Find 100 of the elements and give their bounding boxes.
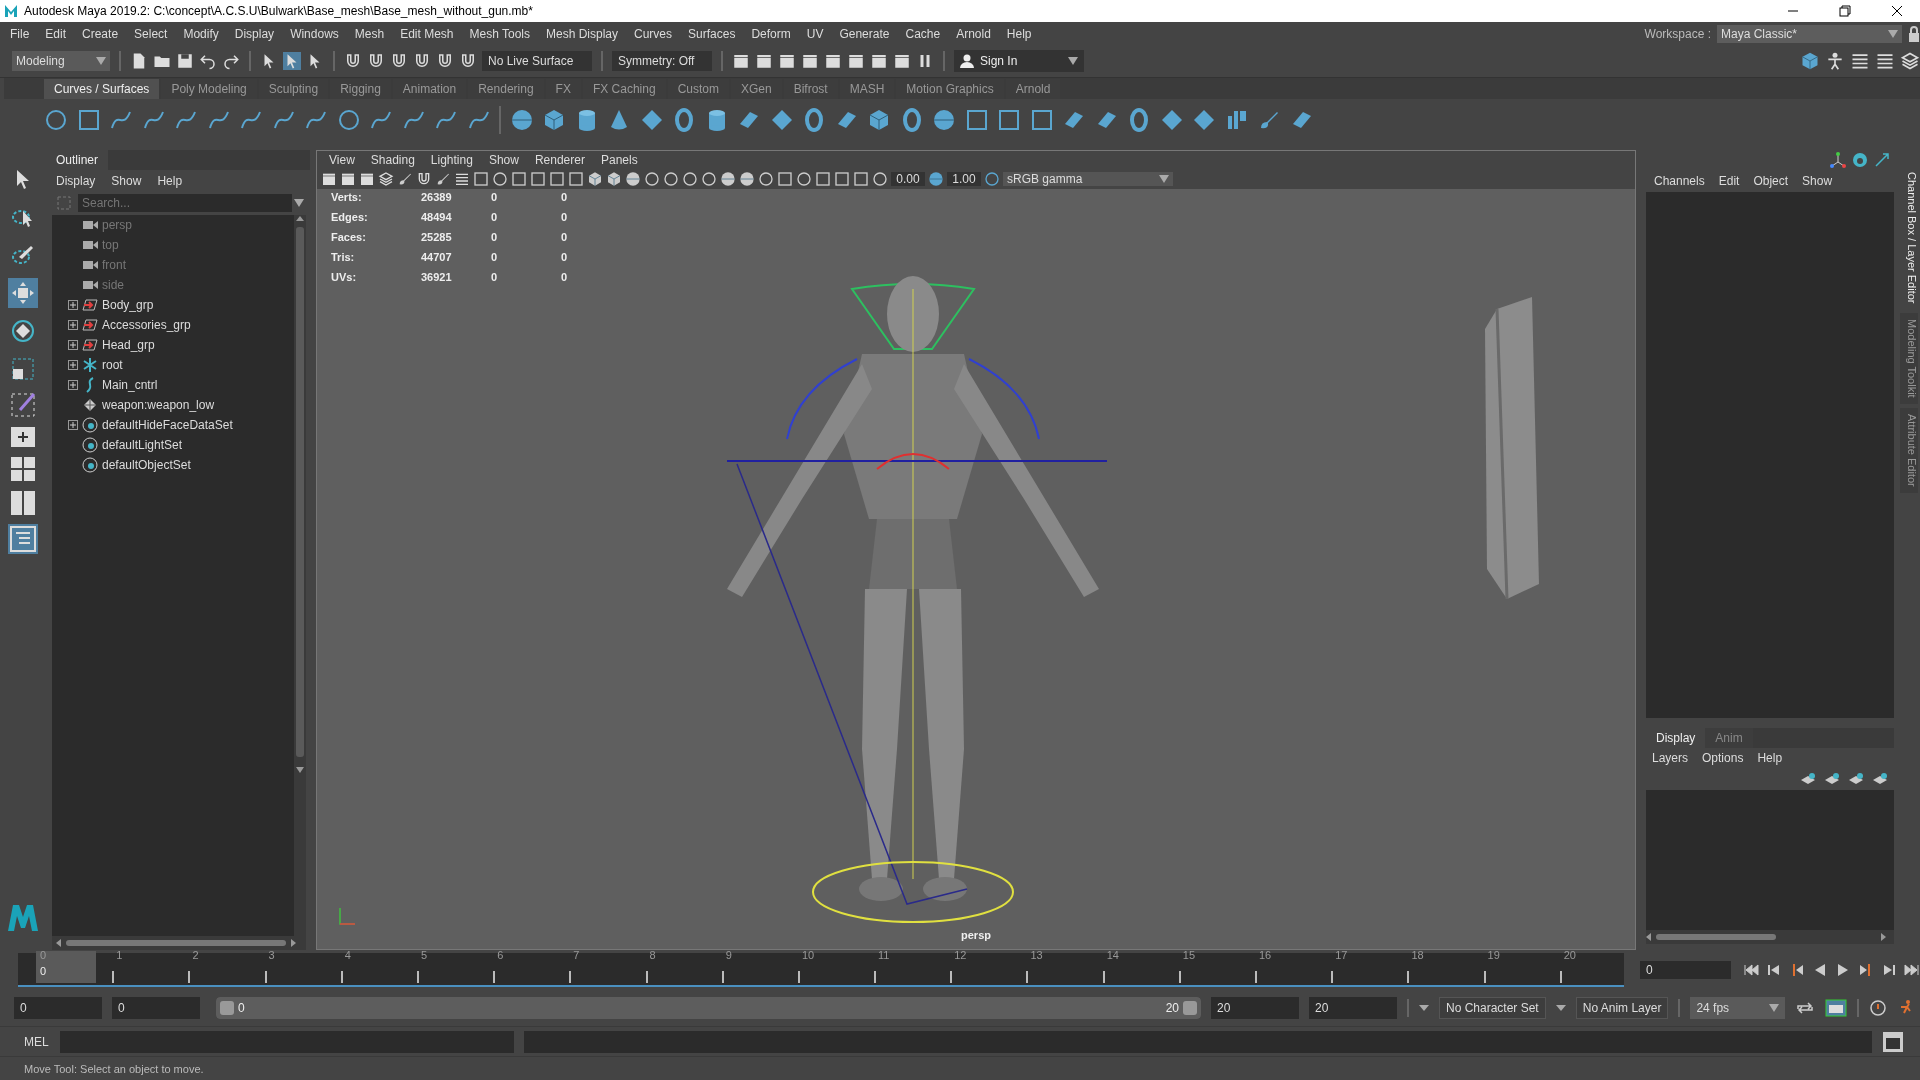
sphere-icon[interactable] (509, 107, 534, 132)
magnet-icon[interactable] (436, 52, 454, 70)
outliner-item[interactable]: Accessories_grp (52, 315, 294, 335)
save-icon[interactable] (176, 52, 194, 70)
panel-tab[interactable]: Outliner (46, 150, 109, 170)
layer-icon[interactable] (1800, 772, 1816, 786)
outliner-layout-icon[interactable] (10, 526, 36, 552)
rotate-tool-icon[interactable] (11, 319, 35, 343)
sphere-icon[interactable] (625, 171, 641, 187)
layer-icon[interactable] (1872, 772, 1888, 786)
torus-icon[interactable] (1127, 107, 1151, 132)
gamma-icon[interactable] (928, 171, 944, 187)
menu-item[interactable]: File (2, 26, 38, 41)
sphere-icon[interactable] (739, 171, 755, 187)
cache-playback-icon[interactable] (1825, 999, 1848, 1017)
menu-item[interactable]: Renderer (528, 153, 591, 167)
expand-icon[interactable] (68, 420, 78, 430)
paint-select-icon[interactable] (11, 243, 35, 267)
square-icon[interactable] (568, 171, 584, 187)
square-icon[interactable] (530, 171, 546, 187)
square-icon[interactable] (964, 107, 989, 132)
expand-icon[interactable] (68, 360, 78, 370)
go-to-start-icon[interactable] (1743, 962, 1759, 978)
torus-icon[interactable] (802, 107, 826, 132)
layers-icon[interactable] (378, 171, 394, 187)
sphere-icon[interactable] (720, 171, 736, 187)
menu-item[interactable]: Windows (282, 26, 347, 41)
color-space-dropdown[interactable]: sRGB gamma (1003, 172, 1173, 186)
square-icon[interactable] (853, 171, 869, 187)
outliner-item[interactable]: root (52, 355, 294, 375)
live-surface-field[interactable]: No Live Surface (482, 51, 592, 71)
menu-item[interactable]: Help (1757, 751, 1783, 765)
move-tool-icon[interactable] (11, 281, 35, 305)
menu-item[interactable]: Arnold (948, 26, 999, 41)
expand-icon[interactable] (68, 380, 78, 390)
circle-icon[interactable] (492, 171, 508, 187)
list-icon[interactable] (1850, 51, 1870, 71)
brush-icon[interactable] (397, 171, 413, 187)
end-frame-field[interactable]: 20 (1309, 997, 1397, 1019)
magnet-icon[interactable] (390, 52, 408, 70)
menu-item[interactable]: Options (1702, 751, 1744, 765)
clapper-icon[interactable] (870, 52, 888, 70)
expand-icon[interactable] (68, 300, 78, 310)
range-slider[interactable]: 0 20 (216, 997, 1201, 1019)
menu-item[interactable]: Modify (175, 26, 227, 41)
current-frame-field[interactable]: 0 (1640, 961, 1731, 979)
shelf-tab[interactable]: Curves / Surfaces (44, 79, 160, 99)
outliner-item[interactable]: Body_grp (52, 295, 294, 315)
close-icon[interactable] (1889, 3, 1905, 19)
expand-icon[interactable] (68, 340, 78, 350)
two-panel-layout-icon[interactable] (10, 490, 36, 516)
menu-item[interactable]: Object (1753, 174, 1789, 188)
command-language-label[interactable]: MEL (24, 1034, 50, 1049)
magnet-icon[interactable] (413, 52, 431, 70)
menu-item[interactable]: View (323, 153, 361, 167)
menu-item[interactable]: Mesh Display (538, 26, 627, 41)
color-management-icon[interactable] (984, 171, 1000, 187)
layout-icon[interactable] (10, 426, 36, 448)
start-frame-field[interactable]: 0 (14, 997, 102, 1019)
paint-select-tool-icon[interactable] (10, 392, 36, 418)
menu-item[interactable]: Channels (1654, 174, 1705, 188)
expand-arrow-icon[interactable] (1874, 152, 1890, 168)
step-back-icon[interactable] (1766, 962, 1782, 978)
square-icon[interactable] (511, 171, 527, 187)
menu-item[interactable]: Deform (743, 26, 799, 41)
outliner-item[interactable]: Main_cntrl (52, 375, 294, 395)
scrollbar-drawing[interactable] (56, 938, 296, 948)
square-icon[interactable] (815, 171, 831, 187)
menu-item[interactable]: Show (111, 174, 142, 187)
side-tab[interactable]: Modeling Toolkit (1900, 313, 1918, 405)
figure-icon[interactable] (1825, 51, 1845, 71)
menu-item[interactable]: Edit (1718, 174, 1740, 188)
loop-icon[interactable] (1795, 1000, 1816, 1016)
axes-icon[interactable] (1830, 152, 1846, 168)
step-forward-icon[interactable] (1881, 962, 1897, 978)
cube-icon[interactable] (542, 107, 566, 132)
menu-item[interactable]: Help (157, 174, 183, 187)
cube-icon[interactable] (606, 171, 622, 187)
circle-icon[interactable] (663, 171, 679, 187)
outliner-item[interactable]: defaultLightSet (52, 435, 294, 455)
layers-icon[interactable] (1900, 51, 1920, 71)
lock-icon[interactable] (1908, 25, 1920, 42)
square-icon[interactable] (76, 107, 101, 132)
list-icon[interactable] (454, 171, 470, 187)
outliner-item[interactable]: Head_grp (52, 335, 294, 355)
symmetry-field[interactable]: Symmetry: Off (612, 51, 712, 71)
undo-icon[interactable] (199, 52, 217, 70)
clapper-icon[interactable] (778, 52, 796, 70)
cube-icon[interactable] (867, 107, 891, 132)
list-icon[interactable] (1875, 51, 1895, 71)
layer-icon[interactable] (1824, 772, 1840, 786)
square-icon[interactable] (549, 171, 565, 187)
torus-icon[interactable] (672, 107, 696, 132)
menu-item[interactable]: Help (998, 26, 1040, 41)
dial-icon[interactable] (1852, 152, 1868, 168)
magnet-icon[interactable] (344, 52, 362, 70)
scrollbar-drawing[interactable] (1646, 932, 1886, 942)
workspace-dropdown[interactable]: Maya Classic* (1717, 24, 1902, 43)
expand-icon[interactable] (68, 320, 78, 330)
layer-tab[interactable]: Display (1646, 728, 1706, 748)
